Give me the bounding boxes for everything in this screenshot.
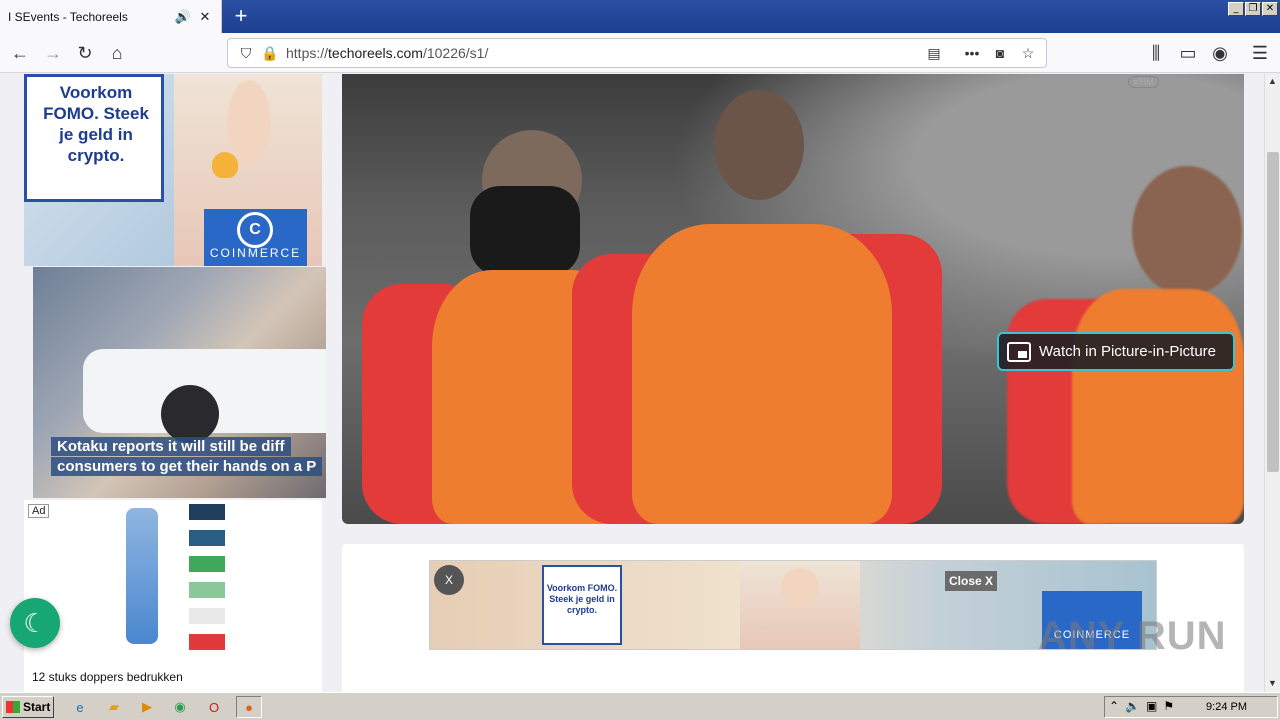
player-bib (1072, 289, 1244, 524)
cocktail-glass-image (212, 152, 238, 178)
video-caption-line-1: Kotaku reports it will still be diff (51, 437, 291, 456)
minimize-button[interactable]: _ (1228, 2, 1244, 16)
ad-badge: Ad (28, 504, 50, 518)
thumbstick-image (161, 385, 219, 443)
clock: 9:24 PM (1206, 701, 1247, 713)
video-player[interactable]: ≡TIM Watch in Picture-in-Picture (342, 74, 1244, 524)
product-caption[interactable]: 12 stuks doppers bedrukken (32, 670, 183, 684)
bottle-color-swatch (189, 608, 225, 624)
back-icon[interactable]: ← (7, 40, 33, 66)
taskbar: Start e ▰ ▶ ◉ O ● ⌃🔈▣⚑ 9:24 PM (0, 692, 1280, 720)
menu-icon[interactable]: ☰ (1247, 40, 1273, 66)
system-tray: ⌃🔈▣⚑ 9:24 PM (1104, 696, 1278, 718)
start-label: Start (23, 700, 51, 714)
scroll-up-icon[interactable]: ▲ (1268, 76, 1277, 86)
close-window-button[interactable]: ✕ (1262, 2, 1278, 16)
scroll-down-icon[interactable]: ▼ (1268, 678, 1277, 688)
tab-active[interactable]: I SEvents - Techoreels 🔊 ✕ (0, 0, 222, 33)
url-host: techoreels.com (328, 45, 423, 61)
bottle-color-swatch (189, 504, 225, 520)
anyrun-watermark: ANY RUN (1038, 614, 1227, 658)
video-ad[interactable]: Kotaku reports it will still be diff con… (33, 267, 326, 498)
windows-logo-icon (6, 701, 20, 713)
bookmark-star-icon[interactable]: ☆ (1018, 43, 1038, 63)
firefox-taskbar-icon[interactable]: ● (236, 696, 262, 718)
sidebar-icon[interactable]: ▭ (1175, 40, 1201, 66)
bottle-image (126, 508, 158, 644)
player-bib (632, 224, 892, 524)
tray-icons[interactable]: ⌃🔈▣⚑ (1109, 699, 1180, 713)
picture-in-picture-icon (1007, 341, 1031, 362)
url-protocol: https:// (286, 45, 329, 61)
account-icon[interactable]: ◉ (1207, 40, 1233, 66)
home-icon[interactable]: ⌂ (104, 40, 130, 66)
scrollbar-thumb[interactable] (1267, 152, 1279, 472)
web-page: Voorkom FOMO. Steek je geld in crypto. C… (0, 74, 1264, 692)
media-player-icon[interactable]: ▶ (137, 697, 157, 717)
banner-close-x-button[interactable]: X (434, 565, 464, 595)
page-scrollbar[interactable]: ▲ ▼ (1264, 74, 1280, 692)
restore-button[interactable]: ❐ (1245, 2, 1261, 16)
picture-in-picture-button[interactable]: Watch in Picture-in-Picture (997, 332, 1235, 371)
more-actions-icon[interactable]: ••• (962, 43, 982, 63)
url-bar[interactable]: ⛉ 🔒 https://techoreels.com/10226/s1/ ▤ •… (227, 38, 1047, 68)
reload-icon[interactable]: ↻ (72, 40, 98, 66)
speaker-icon[interactable]: 🔊 (175, 9, 191, 25)
new-tab-button[interactable]: + (228, 4, 254, 30)
folder-icon[interactable]: ▰ (104, 697, 124, 717)
chrome-icon[interactable]: ◉ (170, 697, 190, 717)
forward-icon[interactable]: → (40, 40, 66, 66)
bottle-color-swatch (189, 634, 225, 650)
crypto-ad[interactable]: Voorkom FOMO. Steek je geld in crypto. C… (24, 74, 322, 266)
navigation-bar: ← → ↻ ⌂ ⛉ 🔒 https://techoreels.com/10226… (0, 33, 1280, 73)
ad-headline: Voorkom FOMO. Steek je geld in crypto. (43, 83, 149, 165)
shield-icon[interactable]: ⛉ (236, 43, 256, 63)
pocket-icon[interactable]: ◙ (990, 43, 1010, 63)
broadcaster-tag: ≡TIM (1128, 76, 1159, 88)
reader-view-icon[interactable]: ▤ (924, 43, 944, 63)
close-tab-icon[interactable]: ✕ (197, 9, 213, 25)
tab-title: I SEvents - Techoreels (8, 9, 128, 24)
bottle-color-swatch (189, 530, 225, 546)
product-ad[interactable]: Ad ▷ 12 stuks doppers bedrukken (24, 500, 322, 692)
bottle-color-swatch (189, 582, 225, 598)
player-head (714, 90, 804, 200)
url-path: /10226/s1/ (422, 45, 489, 61)
library-icon[interactable]: ⫼ (1143, 40, 1169, 66)
lock-icon[interactable]: 🔒 (260, 43, 280, 63)
ie-icon[interactable]: e (70, 697, 90, 717)
banner-person-image (740, 561, 860, 649)
banner-close-button[interactable]: Close X (945, 571, 998, 591)
url-text: https://techoreels.com/10226/s1/ (286, 45, 488, 61)
opera-icon[interactable]: O (204, 697, 224, 717)
chat-moon-icon[interactable]: ☾ (10, 598, 60, 648)
pip-label: Watch in Picture-in-Picture (1039, 343, 1216, 360)
neck-warmer (470, 186, 580, 276)
tab-strip: I SEvents - Techoreels 🔊 ✕ + _ ❐ ✕ (0, 0, 1280, 33)
product-image (94, 500, 322, 654)
start-button[interactable]: Start (2, 696, 54, 718)
banner-headline: Voorkom FOMO. Steek je geld in crypto. (546, 583, 618, 615)
player-head (1132, 166, 1242, 296)
bottle-color-swatch (189, 556, 225, 572)
coinmerce-logo-icon: C (237, 212, 273, 248)
video-caption-line-2: consumers to get their hands on a P (51, 457, 323, 476)
